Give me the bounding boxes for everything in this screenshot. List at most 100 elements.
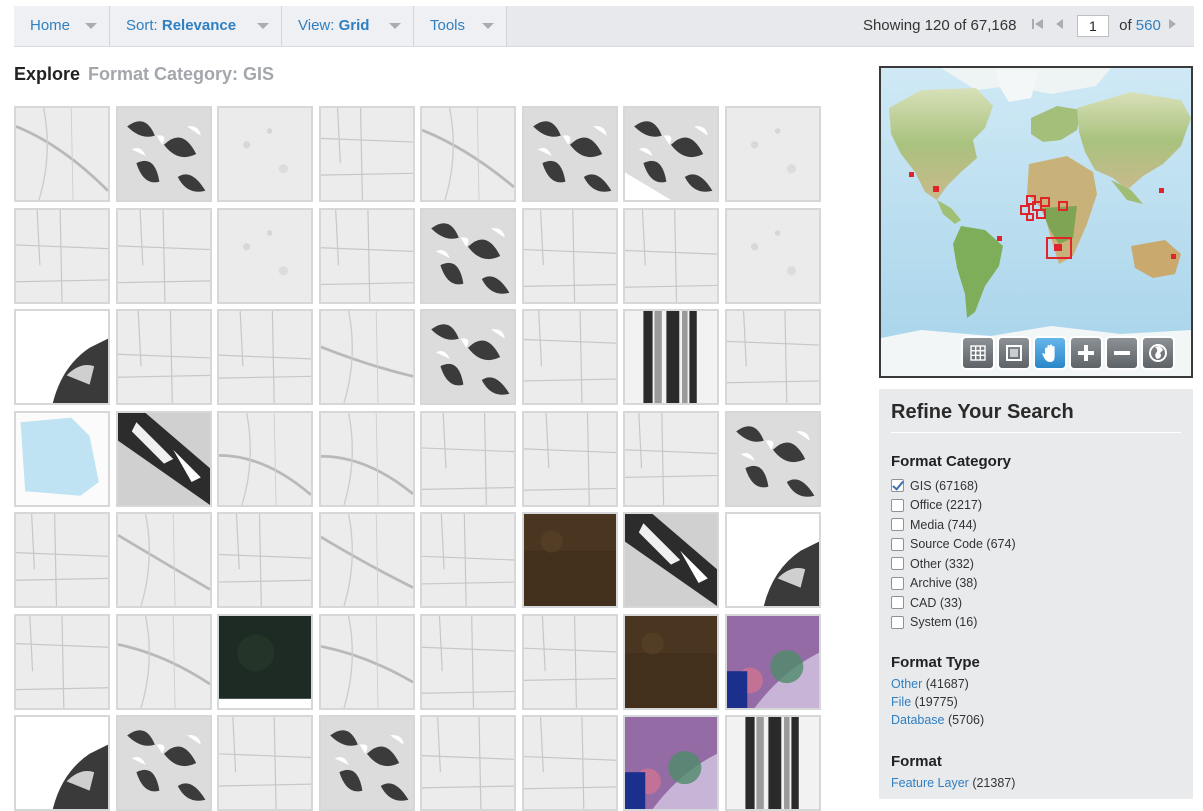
filter-link[interactable]: Other bbox=[891, 677, 922, 691]
thumbnail-tile[interactable] bbox=[217, 512, 313, 608]
filter-count: (19775) bbox=[914, 695, 958, 709]
thumbnail-tile[interactable] bbox=[724, 207, 821, 304]
globe-icon bbox=[1149, 344, 1167, 362]
thumbnail-tile[interactable] bbox=[623, 106, 719, 202]
thumbnail-tile[interactable] bbox=[420, 207, 516, 304]
thumbnail-tile[interactable] bbox=[724, 715, 821, 811]
thumbnail-tile[interactable] bbox=[318, 207, 415, 304]
thumbnail-tile[interactable] bbox=[115, 512, 212, 608]
thumbnail-tile[interactable] bbox=[318, 309, 415, 405]
thumbnail-tile[interactable] bbox=[623, 613, 719, 710]
thumbnail-tile[interactable] bbox=[521, 512, 618, 608]
thumbnail-tile[interactable] bbox=[521, 715, 618, 811]
thumbnail-tile[interactable] bbox=[521, 613, 618, 710]
thumbnail-tile[interactable] bbox=[115, 410, 212, 507]
first-page-icon[interactable] bbox=[1031, 6, 1045, 46]
thumbnail-tile[interactable] bbox=[420, 512, 516, 608]
thumbnail-tile[interactable] bbox=[318, 512, 415, 608]
thumbnail-tile[interactable] bbox=[318, 613, 415, 710]
sort-menu-button[interactable]: Sort: Relevance bbox=[110, 6, 282, 46]
format-category-option[interactable]: GIS (67168) bbox=[891, 476, 1181, 496]
home-menu-button[interactable]: Home bbox=[14, 6, 110, 46]
thumbnail-tile[interactable] bbox=[14, 613, 110, 710]
map-view[interactable] bbox=[879, 66, 1193, 378]
thumbnail-image bbox=[523, 311, 616, 403]
thumbnail-tile[interactable] bbox=[217, 715, 313, 811]
thumbnail-tile[interactable] bbox=[115, 106, 212, 202]
thumbnail-tile[interactable] bbox=[724, 613, 821, 710]
format-category-option[interactable]: System (16) bbox=[891, 613, 1181, 633]
thumbnail-tile[interactable] bbox=[217, 309, 313, 405]
checkbox[interactable] bbox=[891, 576, 904, 590]
minus-icon bbox=[1114, 351, 1130, 355]
full-extent-button[interactable] bbox=[1141, 336, 1175, 370]
thumbnail-tile[interactable] bbox=[420, 106, 516, 202]
filter-link[interactable]: Feature Layer bbox=[891, 776, 969, 790]
thumbnail-tile[interactable] bbox=[14, 410, 110, 507]
thumbnail-image bbox=[320, 412, 413, 505]
thumbnail-tile[interactable] bbox=[420, 613, 516, 710]
thumbnail-tile[interactable] bbox=[115, 309, 212, 405]
next-page-icon[interactable] bbox=[1168, 6, 1177, 46]
thumbnail-tile[interactable] bbox=[217, 207, 313, 304]
thumbnail-tile[interactable] bbox=[14, 309, 110, 405]
format-category-option[interactable]: Source Code (674) bbox=[891, 535, 1181, 555]
thumbnail-tile[interactable] bbox=[521, 410, 618, 507]
grid-extent-button[interactable] bbox=[961, 336, 995, 370]
thumbnail-tile[interactable] bbox=[318, 106, 415, 202]
thumbnail-tile[interactable] bbox=[318, 410, 415, 507]
thumbnail-tile[interactable] bbox=[115, 613, 212, 710]
total-pages-link[interactable]: 560 bbox=[1136, 17, 1161, 34]
format-category-option[interactable]: Media (744) bbox=[891, 515, 1181, 535]
thumbnail-tile[interactable] bbox=[623, 207, 719, 304]
format-category-option[interactable]: CAD (33) bbox=[891, 593, 1181, 613]
thumbnail-tile[interactable] bbox=[623, 715, 719, 811]
zoom-in-button[interactable] bbox=[1069, 336, 1103, 370]
thumbnail-image bbox=[320, 514, 413, 606]
thumbnail-tile[interactable] bbox=[14, 512, 110, 608]
thumbnail-tile[interactable] bbox=[115, 207, 212, 304]
thumbnail-tile[interactable] bbox=[420, 309, 516, 405]
thumbnail-tile[interactable] bbox=[217, 410, 313, 507]
thumbnail-tile[interactable] bbox=[217, 613, 313, 710]
thumbnail-tile[interactable] bbox=[420, 410, 516, 507]
checkbox[interactable] bbox=[891, 596, 904, 610]
checkbox[interactable] bbox=[891, 498, 904, 512]
thumbnail-image bbox=[523, 412, 616, 505]
thumbnail-tile[interactable] bbox=[521, 106, 618, 202]
checkbox[interactable] bbox=[891, 537, 904, 551]
box-select-button[interactable] bbox=[997, 336, 1031, 370]
format-category-option[interactable]: Office (2217) bbox=[891, 496, 1181, 516]
thumbnail-tile[interactable] bbox=[14, 715, 110, 811]
thumbnail-tile[interactable] bbox=[724, 410, 821, 507]
filter-link[interactable]: Database bbox=[891, 713, 945, 727]
thumbnail-tile[interactable] bbox=[623, 410, 719, 507]
pan-button[interactable] bbox=[1033, 336, 1067, 370]
thumbnail-tile[interactable] bbox=[521, 309, 618, 405]
view-menu-button[interactable]: View: Grid bbox=[282, 6, 414, 46]
format-category-option[interactable]: Archive (38) bbox=[891, 574, 1181, 594]
checkbox[interactable] bbox=[891, 479, 904, 493]
thumbnail-tile[interactable] bbox=[14, 207, 110, 304]
previous-page-icon[interactable] bbox=[1055, 6, 1064, 46]
page-number-input[interactable]: 1 bbox=[1076, 15, 1109, 38]
thumbnail-tile[interactable] bbox=[217, 106, 313, 202]
thumbnail-tile[interactable] bbox=[115, 715, 212, 811]
thumbnail-tile[interactable] bbox=[14, 106, 110, 202]
thumbnail-tile[interactable] bbox=[623, 309, 719, 405]
checkbox[interactable] bbox=[891, 518, 904, 532]
thumbnail-tile[interactable] bbox=[724, 512, 821, 608]
thumbnail-tile[interactable] bbox=[724, 309, 821, 405]
thumbnail-tile[interactable] bbox=[724, 106, 821, 202]
thumbnail-tile[interactable] bbox=[623, 512, 719, 608]
thumbnail-tile[interactable] bbox=[318, 715, 415, 811]
thumbnail-tile[interactable] bbox=[521, 207, 618, 304]
filter-link[interactable]: File bbox=[891, 695, 911, 709]
tools-menu-button[interactable]: Tools bbox=[414, 6, 507, 46]
format-item: Feature Layer (21387) bbox=[891, 776, 1181, 794]
checkbox[interactable] bbox=[891, 557, 904, 571]
zoom-out-button[interactable] bbox=[1105, 336, 1139, 370]
format-category-option[interactable]: Other (332) bbox=[891, 554, 1181, 574]
checkbox[interactable] bbox=[891, 615, 904, 629]
thumbnail-tile[interactable] bbox=[420, 715, 516, 811]
